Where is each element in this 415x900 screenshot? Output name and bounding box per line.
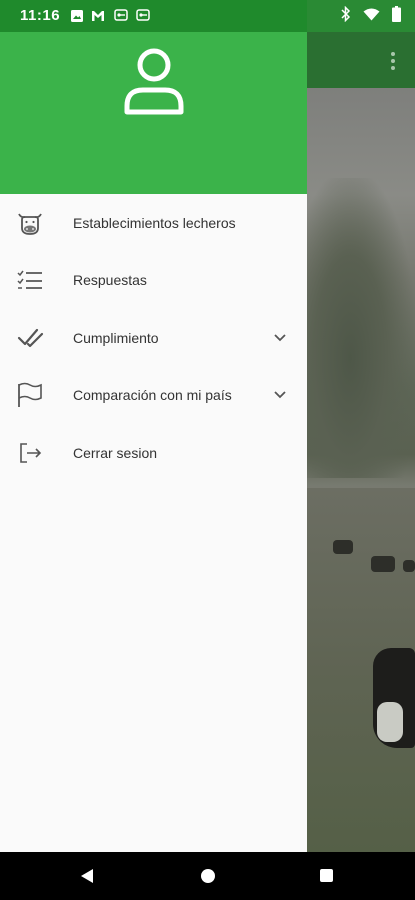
chevron-down-icon[interactable] [273, 390, 287, 400]
more-vert-icon[interactable] [391, 52, 395, 73]
battery-icon [392, 6, 401, 22]
menu-item-label: Establecimientos lecheros [73, 214, 236, 231]
cow-image [373, 648, 415, 748]
menu-item-establecimientos[interactable]: Establecimientos lecheros [0, 194, 307, 252]
background-photo [307, 88, 415, 852]
cow-icon [18, 213, 42, 235]
double-check-icon [17, 328, 44, 347]
menu-item-label: Cerrar sesion [73, 444, 158, 461]
status-bar: 11:16 [0, 0, 415, 32]
vpn-key-icon [114, 9, 128, 21]
drawer-header [0, 32, 307, 194]
home-icon[interactable] [201, 869, 215, 883]
menu-item-label: Respuestas [73, 272, 147, 289]
bluetooth-icon [341, 6, 351, 22]
status-time: 11:16 [20, 7, 61, 24]
gmail-icon [92, 11, 104, 21]
drawer-menu: Establecimientos lecheros Respuestas Cum… [0, 194, 307, 482]
menu-item-cerrar-sesion[interactable]: Cerrar sesion [0, 424, 307, 482]
recents-icon[interactable] [320, 869, 333, 882]
navigation-drawer: Establecimientos lecheros Respuestas Cum… [0, 0, 307, 852]
menu-item-label: Cumplimiento [73, 329, 159, 346]
menu-item-respuestas[interactable]: Respuestas [0, 252, 307, 310]
menu-item-label: Comparación con mi país [73, 387, 232, 404]
status-right-icons [341, 6, 401, 22]
flag-icon [18, 382, 42, 408]
menu-item-comparacion[interactable]: Comparación con mi país [0, 367, 307, 425]
checklist-icon [17, 270, 42, 290]
back-icon[interactable] [80, 868, 94, 884]
logout-icon [20, 442, 42, 463]
wifi-icon [363, 8, 380, 20]
chevron-down-icon[interactable] [273, 333, 287, 343]
app-bar [307, 32, 415, 88]
menu-item-cumplimiento[interactable]: Cumplimiento [0, 309, 307, 367]
image-icon [71, 10, 83, 22]
user-avatar-icon[interactable] [122, 46, 186, 118]
vpn-key-icon [136, 9, 150, 21]
system-nav-bar [0, 852, 415, 900]
